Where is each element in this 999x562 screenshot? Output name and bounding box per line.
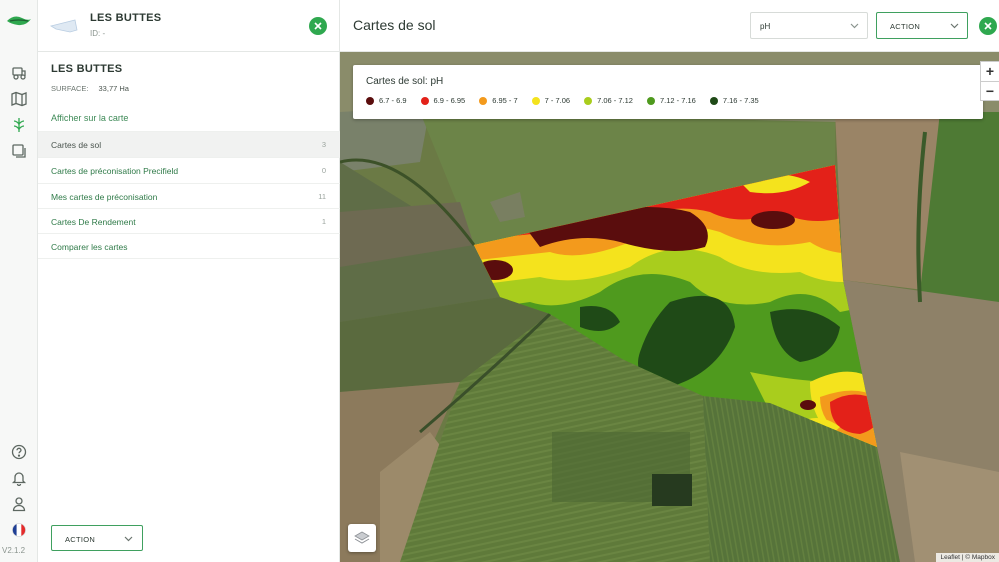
bell-icon[interactable] bbox=[10, 469, 28, 487]
field-panel: LES BUTTES ID: - LES BUTTES SURFACE: 33,7… bbox=[38, 0, 340, 562]
page-title: Cartes de sol bbox=[353, 17, 436, 33]
crop-icon[interactable] bbox=[10, 116, 28, 134]
legend-item: 7 - 7.06 bbox=[531, 96, 571, 105]
nav-item-count: 0 bbox=[321, 166, 326, 175]
document-stack-icon[interactable] bbox=[10, 142, 28, 160]
map-attribution[interactable]: Leaflet | © Mapbox bbox=[936, 553, 999, 562]
field-surface: SURFACE: 33,77 Ha bbox=[51, 84, 129, 93]
close-main-button[interactable] bbox=[979, 17, 997, 35]
chevron-down-icon bbox=[124, 536, 133, 542]
nav-item-label: Cartes de sol bbox=[51, 140, 102, 150]
soil-map[interactable]: Cartes de sol: pH 6.7 - 6.9 6.9 - 6.95 6… bbox=[340, 52, 999, 562]
legend-swatch bbox=[709, 96, 718, 105]
nav-item-label: Cartes de préconisation Precifield bbox=[51, 166, 179, 176]
surface-value: 33,77 Ha bbox=[98, 84, 129, 93]
map-legend: Cartes de sol: pH 6.7 - 6.9 6.9 - 6.95 6… bbox=[353, 65, 983, 119]
nav-item-count: 11 bbox=[318, 192, 326, 201]
legend-item: 6.7 - 6.9 bbox=[366, 96, 407, 105]
legend-item: 6.9 - 6.95 bbox=[420, 96, 466, 105]
legend-item: 7.06 - 7.12 bbox=[584, 96, 633, 105]
nav-item-label: Mes cartes de préconisation bbox=[51, 192, 158, 202]
farm-id: ID: - bbox=[90, 29, 106, 38]
legend-item: 6.95 - 7 bbox=[479, 96, 518, 105]
tractor-icon[interactable] bbox=[10, 64, 28, 82]
nav-item-soil-maps[interactable]: Cartes de sol 3 bbox=[38, 131, 340, 157]
help-icon[interactable] bbox=[10, 443, 28, 461]
legend-label: 6.95 - 7 bbox=[492, 96, 518, 105]
nav-item-label: Comparer les cartes bbox=[51, 242, 128, 252]
action-label: ACTION bbox=[65, 535, 96, 544]
legend-swatch bbox=[420, 96, 429, 105]
legend-label: 6.9 - 6.95 bbox=[433, 96, 466, 105]
legend-swatch bbox=[584, 96, 593, 105]
nav-item-compare-maps[interactable]: Comparer les cartes bbox=[38, 233, 340, 259]
app-logo-icon[interactable] bbox=[6, 14, 32, 28]
map-icon[interactable] bbox=[10, 90, 28, 108]
close-icon bbox=[984, 22, 992, 30]
nav-item-label: Cartes De Rendement bbox=[51, 217, 136, 227]
legend-item: 7.12 - 7.16 bbox=[646, 96, 696, 105]
legend-swatch bbox=[646, 96, 655, 105]
legend-swatch bbox=[531, 96, 540, 105]
legend-label: 7 - 7.06 bbox=[544, 96, 571, 105]
legend-label: 7.12 - 7.16 bbox=[659, 96, 696, 105]
app-rail: V2.1.2 bbox=[0, 0, 38, 562]
nav-item-my-prescription-maps[interactable]: Mes cartes de préconisation 11 bbox=[38, 183, 340, 209]
legend-label: 7.16 - 7.35 bbox=[722, 96, 759, 105]
nav-item-yield-maps[interactable]: Cartes De Rendement 1 bbox=[38, 208, 340, 234]
app-version: V2.1.2 bbox=[2, 546, 26, 555]
nav-item-count: 1 bbox=[321, 217, 326, 226]
chevron-down-icon bbox=[950, 23, 959, 29]
zoom-out-button[interactable]: − bbox=[981, 81, 999, 100]
show-on-map-link[interactable]: Afficher sur la carte bbox=[51, 113, 128, 123]
legend-item: 7.16 - 7.35 bbox=[709, 96, 759, 105]
legend-title: Cartes de sol: pH bbox=[366, 76, 444, 87]
user-icon[interactable] bbox=[10, 495, 28, 513]
french-flag-icon[interactable] bbox=[10, 521, 28, 539]
zoom-in-button[interactable]: + bbox=[981, 62, 999, 81]
legend-swatch bbox=[366, 96, 374, 105]
layers-icon bbox=[354, 531, 370, 544]
surface-label: SURFACE: bbox=[51, 84, 89, 93]
satellite-background bbox=[340, 52, 999, 562]
chevron-down-icon bbox=[850, 23, 859, 29]
legend-swatch bbox=[479, 96, 488, 105]
farm-name: LES BUTTES bbox=[90, 12, 162, 24]
nav-item-precifield-maps[interactable]: Cartes de préconisation Precifield 0 bbox=[38, 157, 340, 183]
legend-label: 7.06 - 7.12 bbox=[597, 96, 633, 105]
panel-header: LES BUTTES ID: - bbox=[38, 0, 340, 52]
field-title: LES BUTTES bbox=[51, 63, 123, 75]
layers-button[interactable] bbox=[348, 524, 376, 552]
parcel-thumbnail-icon bbox=[50, 19, 78, 33]
main-header: Cartes de sol pH ACTION bbox=[340, 0, 999, 52]
close-panel-button[interactable] bbox=[309, 17, 327, 35]
zoom-control: + − bbox=[980, 61, 999, 101]
main-action-dropdown[interactable]: ACTION bbox=[876, 12, 968, 39]
action-label: ACTION bbox=[890, 22, 921, 31]
nav-item-count: 3 bbox=[321, 140, 326, 149]
panel-action-dropdown[interactable]: ACTION bbox=[51, 525, 143, 551]
legend-label: 6.7 - 6.9 bbox=[379, 96, 407, 105]
soil-property-select[interactable]: pH bbox=[750, 12, 868, 39]
select-value: pH bbox=[760, 22, 771, 31]
close-icon bbox=[314, 22, 322, 30]
legend-items: 6.7 - 6.9 6.9 - 6.95 6.95 - 7 7 - 7.06 7… bbox=[366, 96, 759, 105]
